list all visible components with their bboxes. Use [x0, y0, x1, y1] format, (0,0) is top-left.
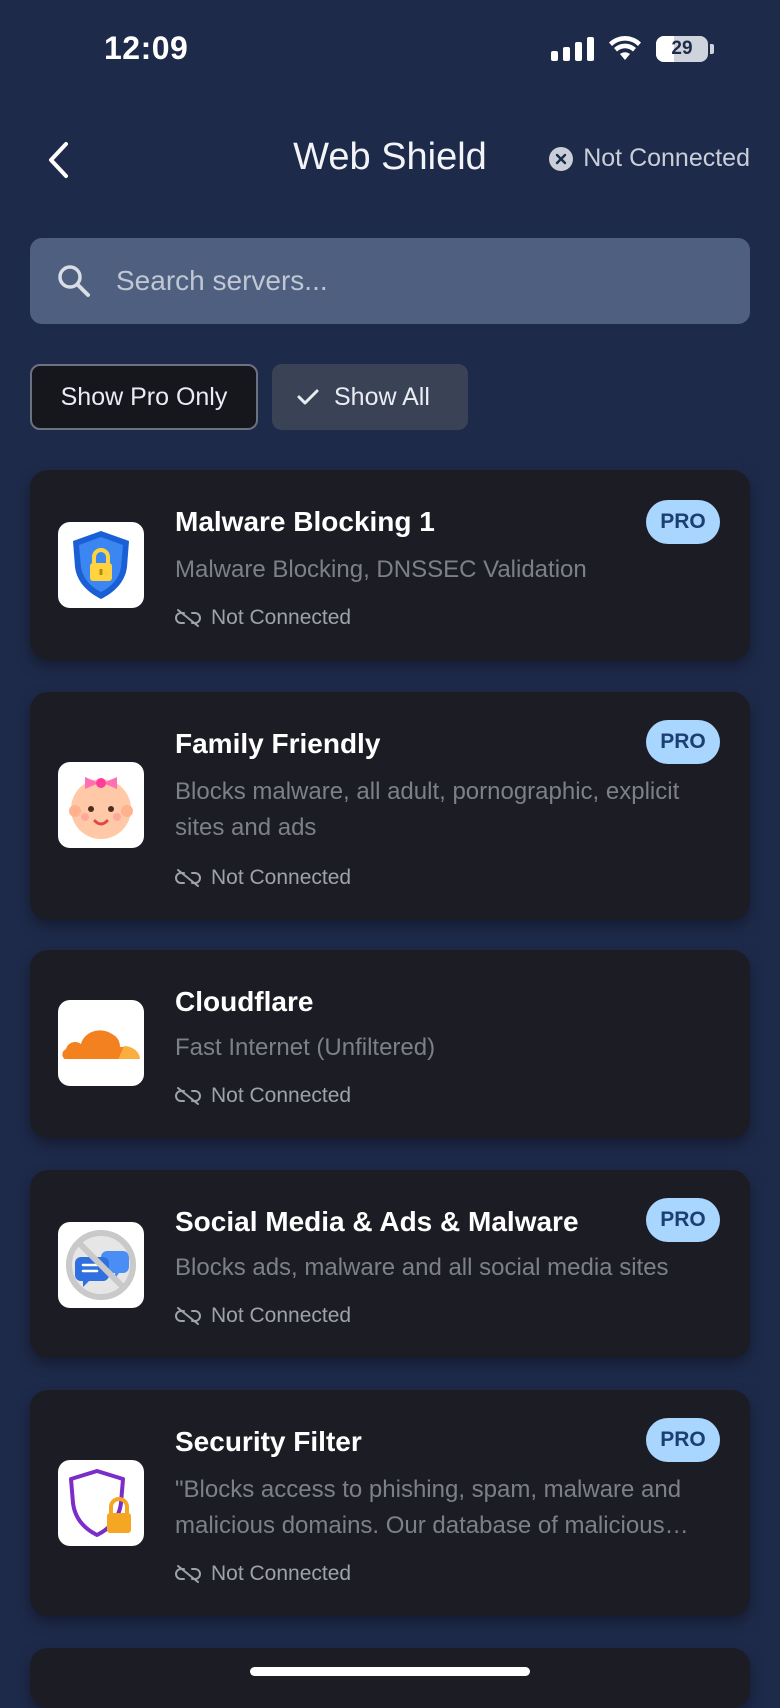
server-name: Malware Blocking 1 — [175, 506, 435, 537]
server-status-label: Not Connected — [211, 606, 352, 629]
server-description: Blocks malware, all adult, pornographic,… — [175, 778, 680, 841]
show-all-chip[interactable]: Show All — [272, 364, 468, 430]
server-description: Malware Blocking, DNSSEC Validation — [175, 556, 587, 583]
battery-icon: 29 — [656, 36, 708, 62]
server-card-security-filter[interactable]: Security Filter "Blocks access to phishi… — [30, 1390, 750, 1616]
server-connection-status: Not Connected — [175, 606, 351, 630]
server-card-social-media-ads-malware[interactable]: Social Media & Ads & Malware Blocks ads,… — [30, 1170, 750, 1358]
server-card-family-friendly[interactable]: Family Friendly Blocks malware, all adul… — [30, 692, 750, 920]
server-connection-status: Not Connected — [175, 1084, 351, 1108]
server-description: "Blocks access to phishing, spam, malwar… — [175, 1476, 682, 1539]
header: Web Shield Not Connected — [0, 120, 780, 200]
search-icon — [54, 261, 94, 301]
server-status-label: Not Connected — [211, 1562, 352, 1585]
server-card-partial[interactable] — [30, 1648, 750, 1708]
server-connection-status: Not Connected — [175, 866, 351, 890]
show-pro-only-chip[interactable]: Show Pro Only — [30, 364, 258, 430]
home-indicator[interactable] — [250, 1667, 530, 1676]
no-chat-icon — [58, 1222, 144, 1308]
server-connection-status: Not Connected — [175, 1562, 351, 1586]
pro-badge: PRO — [646, 720, 720, 764]
server-card-malware-blocking[interactable]: Malware Blocking 1 Malware Blocking, DNS… — [30, 470, 750, 660]
unlink-icon — [175, 1565, 201, 1583]
server-name: Family Friendly — [175, 728, 381, 759]
status-time: 12:09 — [104, 30, 189, 66]
server-status-label: Not Connected — [211, 1084, 352, 1107]
server-status-label: Not Connected — [211, 1304, 352, 1327]
search-input[interactable] — [114, 264, 750, 298]
close-circle-icon — [549, 146, 574, 171]
show-all-label: Show All — [334, 382, 430, 411]
server-status-label: Not Connected — [211, 866, 352, 889]
unlink-icon — [175, 609, 201, 627]
unlink-icon — [175, 1087, 201, 1105]
server-card-cloudflare[interactable]: Cloudflare Fast Internet (Unfiltered) No… — [30, 950, 750, 1138]
server-connection-status: Not Connected — [175, 1304, 351, 1328]
unlink-icon — [175, 869, 201, 887]
signal-icon — [551, 37, 594, 61]
server-name: Security Filter — [175, 1426, 362, 1457]
server-name: Social Media & Ads & Malware — [175, 1206, 579, 1237]
shield-lock-icon — [58, 522, 144, 608]
status-icons: 29 — [551, 36, 714, 62]
server-description: Blocks ads, malware and all social media… — [175, 1254, 669, 1281]
pro-badge: PRO — [646, 1198, 720, 1242]
battery-level: 29 — [671, 38, 693, 59]
pro-badge: PRO — [646, 500, 720, 544]
check-icon — [297, 389, 319, 405]
baby-face-icon — [58, 762, 144, 848]
connection-status: Not Connected — [549, 144, 750, 173]
pro-badge: PRO — [646, 1418, 720, 1462]
server-description: Fast Internet (Unfiltered) — [175, 1034, 436, 1061]
server-name: Cloudflare — [175, 986, 314, 1017]
wifi-icon — [609, 36, 641, 60]
status-bar: 12:09 29 — [0, 0, 780, 100]
shield-padlock-icon — [58, 1460, 144, 1546]
cloudflare-icon — [58, 1000, 144, 1086]
filter-chips: Show Pro Only Show All — [30, 364, 468, 430]
connection-status-label: Not Connected — [583, 144, 750, 172]
search-bar[interactable] — [30, 238, 750, 324]
unlink-icon — [175, 1307, 201, 1325]
